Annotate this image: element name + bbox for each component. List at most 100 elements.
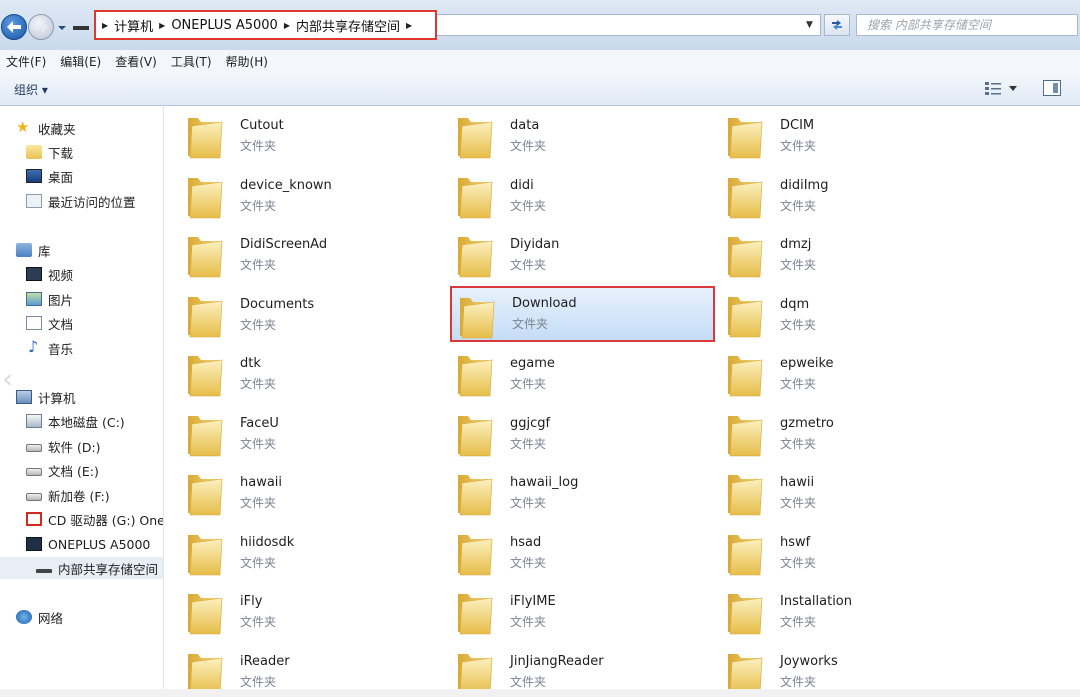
menu-view[interactable]: 查看(V) bbox=[115, 53, 157, 70]
folder-item[interactable]: dmzj 文件夹 bbox=[704, 227, 969, 283]
folder-icon bbox=[184, 471, 224, 517]
folder-item[interactable]: epweike 文件夹 bbox=[704, 346, 969, 402]
change-view-button[interactable] bbox=[985, 80, 1023, 98]
nav-favorites[interactable]: 收藏夹 bbox=[16, 117, 76, 139]
preview-pane-button[interactable] bbox=[1043, 80, 1061, 96]
desktop-icon bbox=[26, 169, 42, 183]
menu-file[interactable]: 文件(F) bbox=[6, 53, 46, 70]
chevron-right-icon[interactable]: ▶ bbox=[284, 21, 290, 30]
folder-item[interactable]: didiImg 文件夹 bbox=[704, 168, 969, 224]
folder-item[interactable]: didi 文件夹 bbox=[434, 168, 699, 224]
folder-type: 文件夹 bbox=[240, 437, 277, 451]
nav-drive-e[interactable]: 文档 (E:) bbox=[26, 459, 99, 481]
folder-item[interactable]: hswf 文件夹 bbox=[704, 525, 969, 581]
nav-label: CD 驱动器 (G:) One bbox=[48, 512, 164, 528]
crumb-computer[interactable]: 计算机 bbox=[114, 16, 153, 35]
nav-documents[interactable]: 文档 bbox=[26, 312, 73, 334]
nav-label: 网络 bbox=[38, 610, 64, 626]
nav-recent[interactable]: 最近访问的位置 bbox=[26, 190, 136, 212]
folder-item[interactable]: FaceU 文件夹 bbox=[164, 406, 429, 462]
folder-item[interactable]: Download 文件夹 bbox=[450, 286, 715, 342]
nav-label: 文档 bbox=[48, 316, 74, 332]
chevron-right-icon[interactable]: ▶ bbox=[406, 21, 412, 30]
folder-name: iFlyIME bbox=[510, 594, 556, 609]
crumb-storage[interactable]: 内部共享存储空间 bbox=[296, 16, 400, 35]
nav-pictures[interactable]: 图片 bbox=[26, 288, 73, 310]
folder-name: Download bbox=[512, 296, 577, 311]
folder-item[interactable]: ggjcgf 文件夹 bbox=[434, 406, 699, 462]
folder-item[interactable]: dtk 文件夹 bbox=[164, 346, 429, 402]
folder-name: gzmetro bbox=[780, 416, 834, 431]
folder-name: epweike bbox=[780, 356, 834, 371]
menu-tools[interactable]: 工具(T) bbox=[171, 53, 212, 70]
nav-label: 软件 (D:) bbox=[48, 439, 101, 455]
menu-help[interactable]: 帮助(H) bbox=[226, 53, 268, 70]
nav-drive-c[interactable]: 本地磁盘 (C:) bbox=[26, 410, 125, 432]
folder-item[interactable]: hiidosdk 文件夹 bbox=[164, 525, 429, 581]
folder-icon bbox=[184, 233, 224, 279]
nav-network[interactable]: 网络 bbox=[16, 606, 63, 628]
folder-item[interactable]: dqm 文件夹 bbox=[704, 287, 969, 343]
refresh-button[interactable] bbox=[824, 14, 850, 36]
folder-item[interactable]: Installation 文件夹 bbox=[704, 584, 969, 640]
nav-drive-f[interactable]: 新加卷 (F:) bbox=[26, 484, 110, 506]
folder-icon bbox=[724, 114, 764, 160]
folder-type: 文件夹 bbox=[512, 317, 549, 331]
folder-icon bbox=[456, 294, 496, 340]
folder-type: 文件夹 bbox=[240, 318, 277, 332]
folder-type: 文件夹 bbox=[780, 556, 817, 570]
nav-videos[interactable]: 视频 bbox=[26, 263, 73, 285]
folder-icon bbox=[454, 471, 494, 517]
folder-item[interactable]: hawaii_log 文件夹 bbox=[434, 465, 699, 521]
refresh-icon bbox=[832, 20, 842, 30]
nav-music[interactable]: 音乐 bbox=[26, 337, 73, 359]
folder-item[interactable]: data 文件夹 bbox=[434, 108, 699, 164]
nav-label: 库 bbox=[38, 243, 51, 259]
chevron-left-icon[interactable]: ‹ bbox=[2, 362, 13, 395]
crumb-device[interactable]: ONEPLUS A5000 bbox=[171, 18, 277, 33]
folder-item[interactable]: hawaii 文件夹 bbox=[164, 465, 429, 521]
nav-computer[interactable]: 计算机 bbox=[16, 386, 76, 408]
folder-item[interactable]: device_known 文件夹 bbox=[164, 168, 429, 224]
folder-item[interactable]: hawii 文件夹 bbox=[704, 465, 969, 521]
up-level-button[interactable] bbox=[72, 16, 90, 34]
forward-button[interactable] bbox=[28, 14, 54, 40]
recent-pages-button[interactable] bbox=[56, 22, 68, 34]
folder-icon bbox=[184, 531, 224, 577]
folder-icon bbox=[724, 412, 764, 458]
chevron-right-icon[interactable]: ▶ bbox=[102, 21, 108, 30]
folder-item[interactable]: Diyidan 文件夹 bbox=[434, 227, 699, 283]
nav-desktop[interactable]: 桌面 bbox=[26, 165, 73, 187]
folder-name: JinJiangReader bbox=[510, 654, 604, 669]
address-field[interactable] bbox=[437, 14, 821, 36]
folder-type: 文件夹 bbox=[510, 437, 547, 451]
folder-item[interactable]: DCIM 文件夹 bbox=[704, 108, 969, 164]
folder-name: hsad bbox=[510, 535, 542, 550]
folder-type: 文件夹 bbox=[510, 615, 547, 629]
folder-item[interactable]: Documents 文件夹 bbox=[164, 287, 429, 343]
back-button[interactable] bbox=[1, 14, 27, 40]
folder-item[interactable]: Cutout 文件夹 bbox=[164, 108, 429, 164]
folder-name: dmzj bbox=[780, 237, 812, 252]
organize-button[interactable]: 组织 ▾ bbox=[14, 81, 48, 98]
folder-item[interactable]: egame 文件夹 bbox=[434, 346, 699, 402]
folder-item[interactable]: iFly 文件夹 bbox=[164, 584, 429, 640]
nav-device[interactable]: ONEPLUS A5000 bbox=[26, 533, 150, 555]
folder-item[interactable]: iFlyIME 文件夹 bbox=[434, 584, 699, 640]
breadcrumb[interactable]: ▶ 计算机 ▶ ONEPLUS A5000 ▶ 内部共享存储空间 ▶ bbox=[94, 10, 437, 40]
nav-drive-g[interactable]: CD 驱动器 (G:) One bbox=[26, 508, 164, 530]
folder-item[interactable]: gzmetro 文件夹 bbox=[704, 406, 969, 462]
menu-edit[interactable]: 编辑(E) bbox=[60, 53, 101, 70]
nav-drive-d[interactable]: 软件 (D:) bbox=[26, 435, 101, 457]
nav-libraries[interactable]: 库 bbox=[16, 239, 51, 261]
search-input[interactable] bbox=[856, 14, 1078, 36]
folder-item[interactable]: DidiScreenAd 文件夹 bbox=[164, 227, 429, 283]
navigation-pane: 收藏夹 下载 桌面 最近访问的位置 库 视频 图片 文档 音乐 计算机 本地磁盘… bbox=[0, 106, 164, 697]
folder-type: 文件夹 bbox=[240, 675, 277, 689]
nav-downloads[interactable]: 下载 bbox=[26, 141, 73, 163]
address-dropdown-icon[interactable]: ▼ bbox=[806, 20, 813, 30]
folder-name: egame bbox=[510, 356, 555, 371]
chevron-right-icon[interactable]: ▶ bbox=[159, 21, 165, 30]
nav-storage[interactable]: 内部共享存储空间 bbox=[0, 557, 163, 579]
folder-item[interactable]: hsad 文件夹 bbox=[434, 525, 699, 581]
